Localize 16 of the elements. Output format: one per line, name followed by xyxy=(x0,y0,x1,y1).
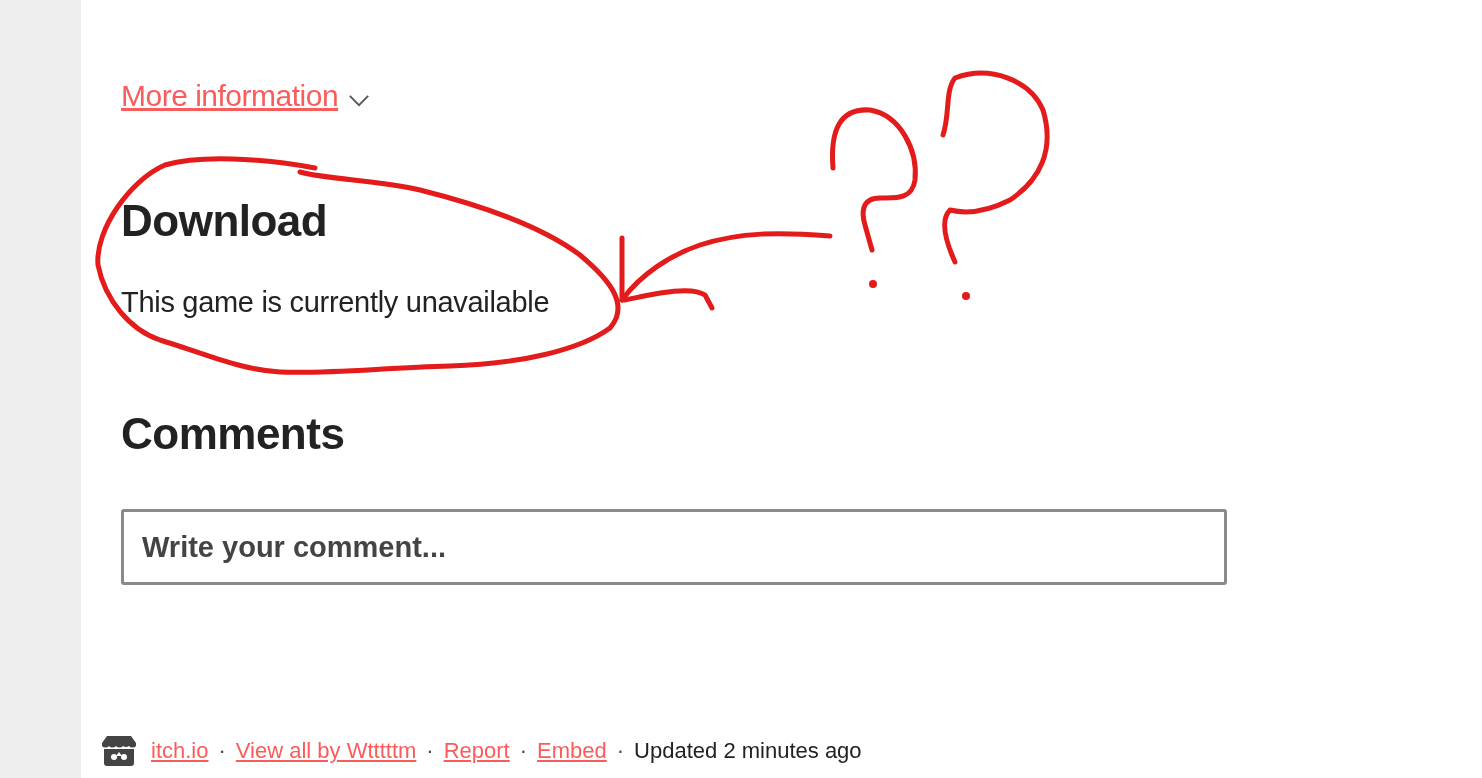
footer-link[interactable]: itch.io xyxy=(151,738,209,764)
separator-dot: · xyxy=(616,738,625,764)
section-heading: Download xyxy=(121,195,329,247)
storefront-icon[interactable] xyxy=(101,735,137,767)
unavailable-message: This game is currently unavailable xyxy=(121,286,551,319)
section-heading: Comments xyxy=(121,408,346,460)
chevron-icon[interactable] xyxy=(348,93,371,107)
footer-link[interactable]: View all by Wtttttm xyxy=(235,738,417,764)
comment-field[interactable]: Write your comment... xyxy=(121,509,1227,585)
separator-dot: · xyxy=(519,738,528,764)
updated-text: Updated 2 minutes ago xyxy=(634,738,862,764)
footer-link[interactable]: Report xyxy=(443,738,510,764)
separator-dot: · xyxy=(426,738,434,764)
separator-dot: · xyxy=(218,738,226,764)
footer-link[interactable]: Embed xyxy=(537,738,607,764)
more-information-link[interactable]: More information xyxy=(121,79,339,113)
